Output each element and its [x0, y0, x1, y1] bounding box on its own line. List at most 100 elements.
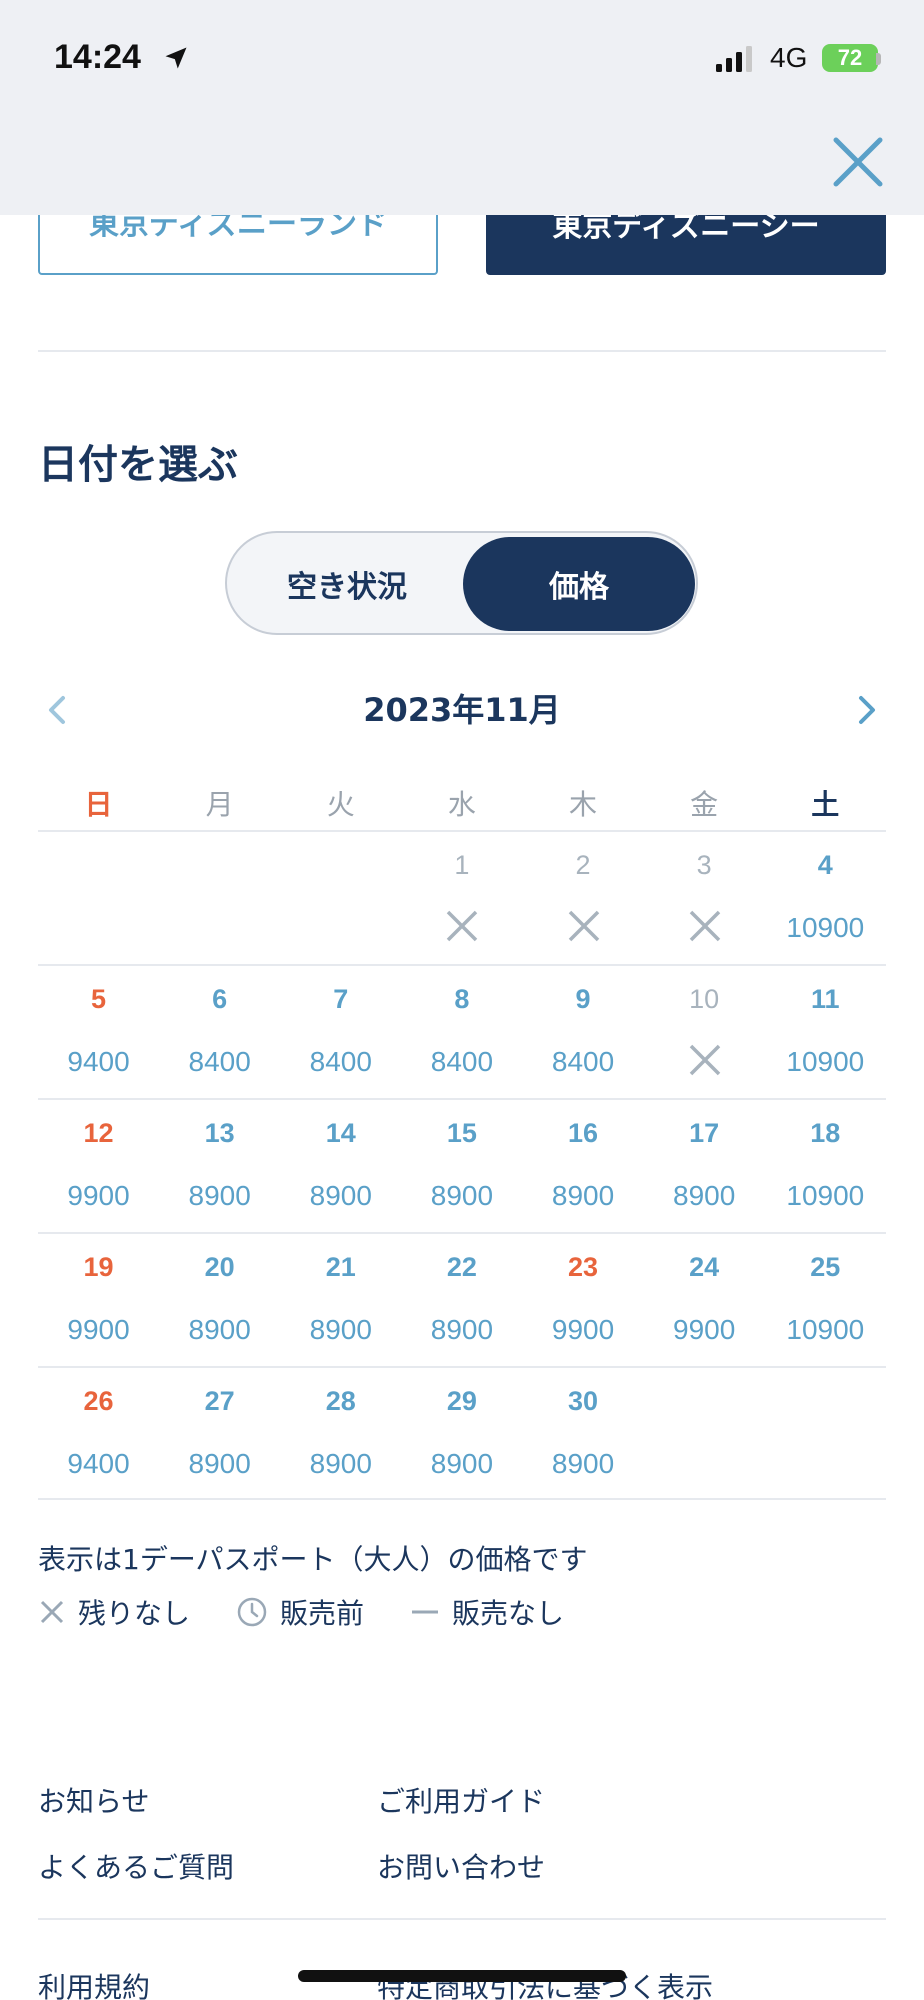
weekday-fri: 金: [690, 788, 719, 821]
legend: 残りなし 販売前 販売なし: [38, 1592, 610, 1632]
calendar-day[interactable]: 29 8900: [401, 1368, 522, 1500]
calendar-week: 1 2 3 4 10900: [38, 830, 886, 964]
calendar-day[interactable]: 13 8900: [159, 1100, 280, 1232]
day-price: 8900: [430, 1448, 494, 1479]
clock-icon: [237, 1597, 267, 1627]
view-toggle: 空き状況 価格: [225, 531, 698, 635]
calendar-day[interactable]: 14 8900: [280, 1100, 401, 1232]
day-number: 16: [568, 1118, 599, 1148]
day-number: 3: [696, 850, 712, 880]
day-number: 4: [817, 850, 833, 880]
day-price: 10900: [786, 1314, 865, 1345]
calendar-day[interactable]: 12 9900: [38, 1100, 159, 1232]
calendar-week: 12 9900 13 8900 14 8900 15 8900 16 8900 17 8900 18 10…: [38, 1098, 886, 1232]
calendar-day[interactable]: 8 8400: [401, 966, 522, 1098]
footer-link-terms[interactable]: 利用規約: [38, 1966, 150, 2000]
calendar-day[interactable]: 11 10900: [765, 966, 886, 1098]
day-price: 8900: [673, 1180, 736, 1211]
footer-link-faq[interactable]: よくあるご質問: [38, 1846, 234, 1886]
calendar-day[interactable]: 2: [523, 832, 644, 964]
calendar-day[interactable]: 24 9900: [644, 1234, 765, 1366]
cellular-signal-icon: [716, 46, 752, 72]
day-number: 20: [204, 1252, 235, 1282]
toggle-price[interactable]: 価格: [463, 537, 695, 631]
calendar-day[interactable]: 21 8900: [280, 1234, 401, 1366]
calendar-day[interactable]: 18 10900: [765, 1100, 886, 1232]
day-price: 8900: [309, 1180, 372, 1211]
calendar-day[interactable]: 22 8900: [401, 1234, 522, 1366]
day-number: 11: [811, 984, 840, 1014]
calendar-day[interactable]: 6 8400: [159, 966, 280, 1098]
legend-before-sale: 販売前: [236, 1592, 364, 1632]
sold-out-x-icon: [689, 910, 720, 942]
calendar-day[interactable]: 1: [401, 832, 522, 964]
weekday-header: 日 月 火 水 木 金 土: [38, 780, 886, 830]
home-indicator: [298, 1970, 626, 1982]
day-number: 1: [454, 850, 470, 880]
calendar-day[interactable]: 25 10900: [765, 1234, 886, 1366]
day-price: 8900: [430, 1180, 494, 1211]
day-price: 10900: [786, 1180, 865, 1211]
day-number: 12: [83, 1118, 114, 1148]
day-price: 8900: [551, 1448, 615, 1479]
battery-icon: 72: [822, 44, 878, 72]
footer-link-news[interactable]: お知らせ: [38, 1780, 149, 1820]
day-number: 21: [325, 1252, 356, 1282]
battery-level: 72: [837, 45, 863, 70]
day-price: 10900: [786, 912, 865, 943]
calendar-day[interactable]: 16 8900: [523, 1100, 644, 1232]
day-number: 23: [568, 1252, 599, 1282]
day-number: 9: [575, 984, 591, 1014]
calendar-day[interactable]: 10: [644, 966, 765, 1098]
weekday-wed: 水: [447, 788, 476, 821]
day-number: 26: [83, 1386, 114, 1416]
calendar-day[interactable]: 7 8400: [280, 966, 401, 1098]
calendar-day[interactable]: 26 9400: [38, 1368, 159, 1500]
calendar-day[interactable]: 17 8900: [644, 1100, 765, 1232]
day-price: 8900: [309, 1314, 372, 1345]
calendar-week: 26 9400 27 8900 28 8900 29 8900 30 8900: [38, 1366, 886, 1500]
close-icon[interactable]: [830, 134, 886, 190]
day-number: 13: [204, 1118, 235, 1148]
day-number: 27: [204, 1386, 235, 1416]
day-number: 10: [689, 984, 720, 1014]
day-price: 8900: [309, 1448, 372, 1479]
location-arrow-icon: [165, 47, 187, 69]
day-number: 24: [689, 1252, 720, 1282]
day-price: 9900: [551, 1314, 615, 1345]
calendar-day[interactable]: 15 8900: [401, 1100, 522, 1232]
footer-link-guide[interactable]: ご利用ガイド: [377, 1780, 545, 1820]
calendar-empty-cell: [159, 832, 280, 964]
day-number: 2: [575, 850, 591, 880]
month-label: 2023年11月: [363, 691, 561, 729]
day-number: 7: [333, 984, 349, 1014]
footer-link-contact[interactable]: お問い合わせ: [377, 1846, 545, 1886]
calendar-day[interactable]: 20 8900: [159, 1234, 280, 1366]
dash-icon: [412, 1610, 439, 1614]
calendar-day[interactable]: 9 8400: [523, 966, 644, 1098]
legend-label: 販売なし: [452, 1597, 565, 1630]
weekday-mon: 月: [205, 788, 234, 821]
day-price: 8900: [430, 1314, 494, 1345]
calendar-day[interactable]: 19 9900: [38, 1234, 159, 1366]
calendar-empty-cell: [38, 832, 159, 964]
sold-out-x-icon: [447, 910, 478, 942]
day-price: 9900: [67, 1314, 130, 1345]
day-price: 8900: [551, 1180, 615, 1211]
calendar-day[interactable]: 28 8900: [280, 1368, 401, 1500]
calendar-day[interactable]: 3: [644, 832, 765, 964]
calendar-day[interactable]: 27 8900: [159, 1368, 280, 1500]
day-price: 9400: [67, 1046, 130, 1077]
calendar-day[interactable]: 5 9400: [38, 966, 159, 1098]
day-number: 8: [454, 984, 470, 1014]
day-price: 8400: [551, 1046, 615, 1077]
calendar-day[interactable]: 30 8900: [523, 1368, 644, 1500]
calendar-day[interactable]: 4 10900: [765, 832, 886, 964]
day-number: 15: [446, 1118, 477, 1148]
day-number: 30: [568, 1386, 599, 1416]
calendar-grid: 1 2 3 4 10900 5 9400 6 8400 7 8400 8 8400 9 8400 10 11 10…: [38, 830, 886, 1500]
calendar-day[interactable]: 23 9900: [523, 1234, 644, 1366]
toggle-availability[interactable]: 空き状況: [231, 537, 463, 631]
chevron-right-icon[interactable]: [846, 690, 886, 730]
x-mark-icon: [40, 1600, 64, 1624]
